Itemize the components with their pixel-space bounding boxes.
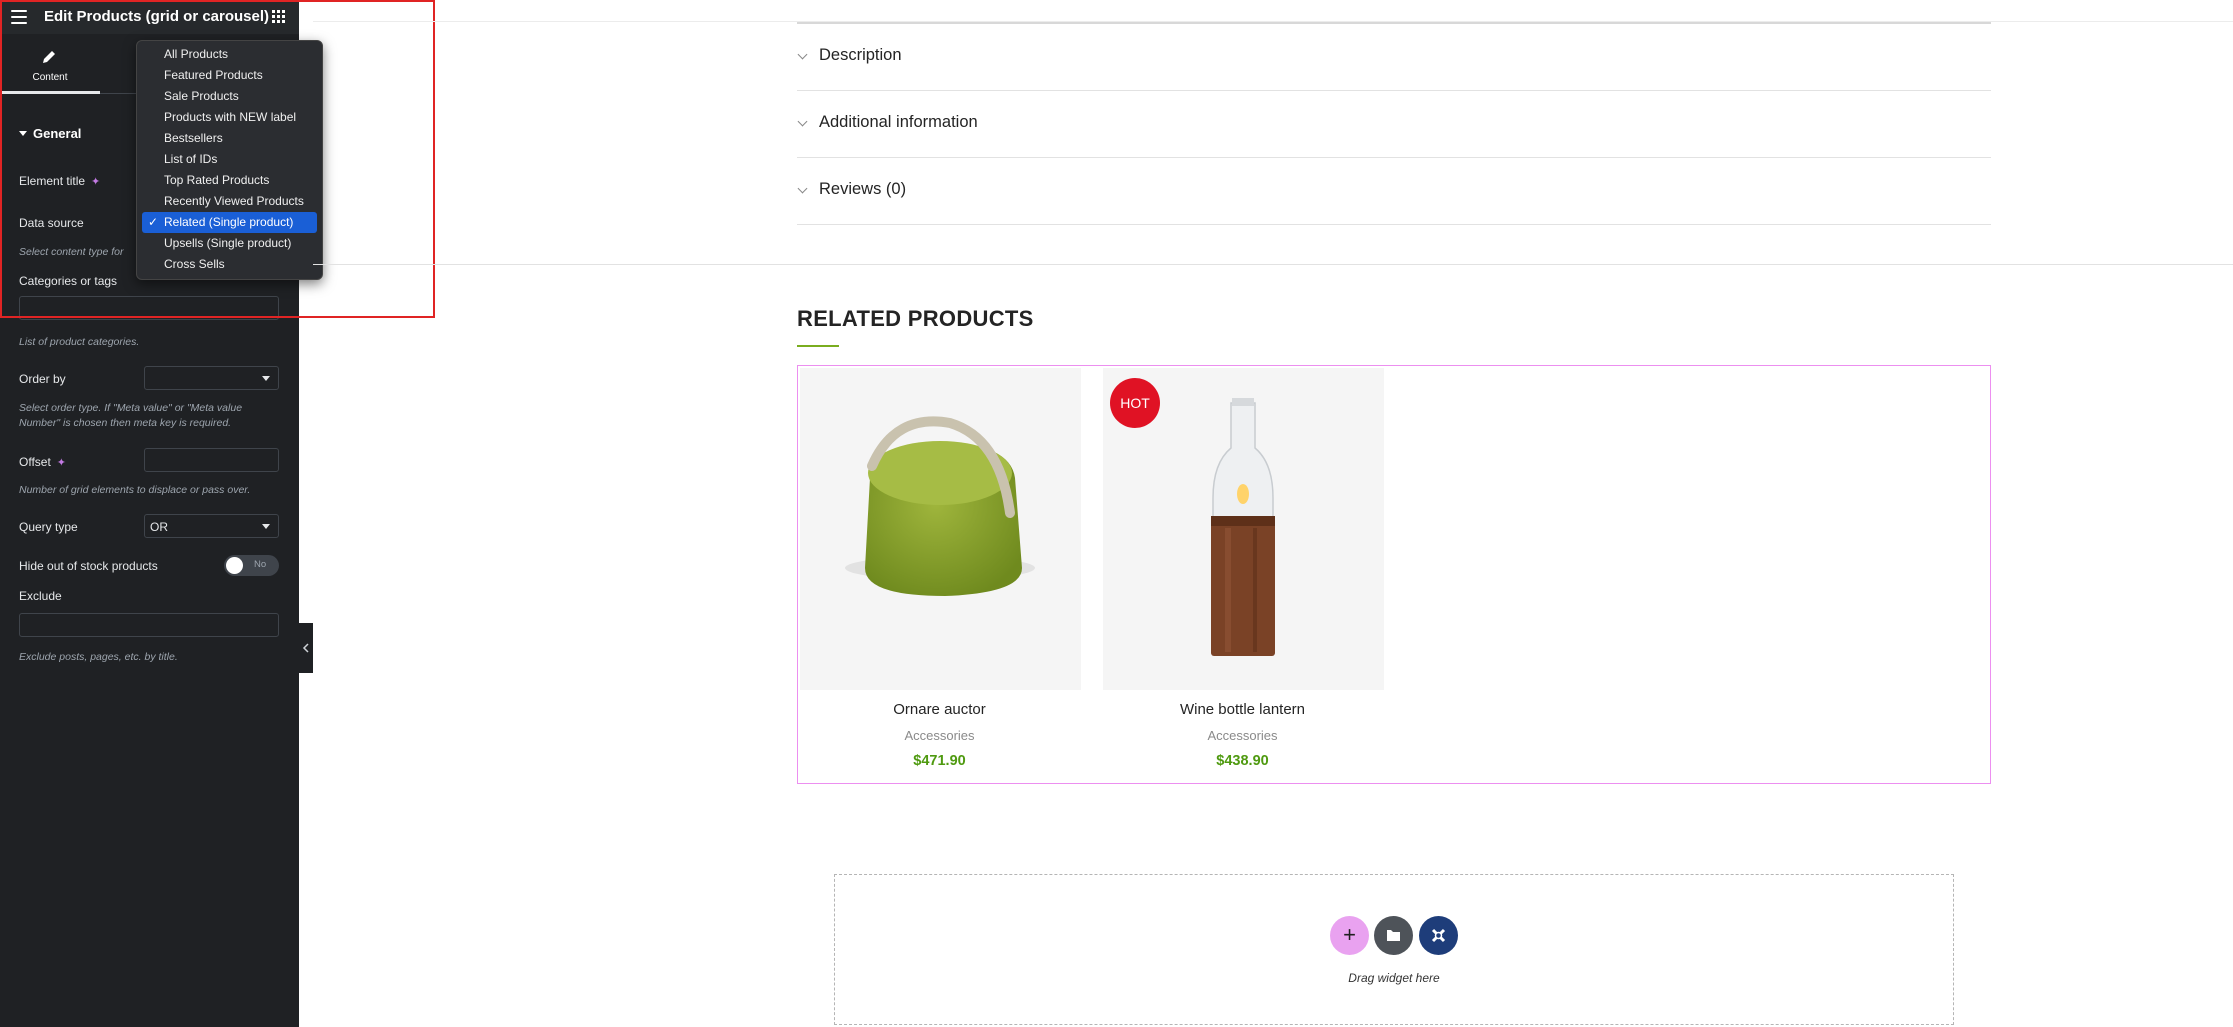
order-by-select[interactable] bbox=[144, 366, 279, 390]
dropdown-option-label: Featured Products bbox=[164, 68, 263, 82]
categories-label: Categories or tags bbox=[19, 274, 118, 288]
accordion-additional-info-title: Additional information bbox=[819, 113, 978, 131]
tab-content[interactable]: Content bbox=[0, 34, 100, 94]
product-category[interactable]: Accessories bbox=[798, 728, 1081, 743]
exclude-desc: Exclude posts, pages, etc. by title. bbox=[19, 651, 178, 663]
dropdown-option-label: Bestsellers bbox=[164, 131, 223, 145]
query-type-select[interactable]: OR bbox=[144, 514, 279, 538]
offset-label: Offset ✦ bbox=[19, 455, 66, 469]
dropdown-option[interactable]: All Products bbox=[142, 44, 317, 65]
toggle-knob bbox=[226, 557, 243, 574]
accordion-reviews[interactable]: Reviews (0) bbox=[797, 158, 1991, 225]
toggle-text: No bbox=[254, 559, 267, 570]
sparkle-ai-icon[interactable]: ✦ bbox=[57, 456, 66, 469]
product-category[interactable]: Accessories bbox=[1101, 728, 1384, 743]
hamburger-icon[interactable] bbox=[11, 10, 27, 24]
drop-zone[interactable]: + Drag widget here bbox=[834, 874, 1954, 1025]
dropdown-option[interactable]: Bestsellers bbox=[142, 128, 317, 149]
product-name[interactable]: Ornare auctor bbox=[798, 701, 1081, 718]
dropdown-option-label: Top Rated Products bbox=[164, 173, 270, 187]
accordion-description[interactable]: Description bbox=[797, 24, 1991, 91]
dropdown-option[interactable]: ✓ Related (Single product) bbox=[142, 212, 317, 233]
chevron-down-icon bbox=[262, 524, 270, 529]
dropdown-option-label: Cross Sells bbox=[164, 257, 225, 271]
product-card[interactable]: Ornare auctor Accessories $471.90 bbox=[798, 366, 1081, 785]
hot-badge: HOT bbox=[1110, 378, 1160, 428]
section-divider bbox=[313, 264, 2233, 265]
dropdown-option[interactable]: List of IDs bbox=[142, 149, 317, 170]
order-by-desc-1: Select order type. If "Meta value" or "M… bbox=[19, 402, 243, 414]
offset-text: Offset bbox=[19, 455, 51, 469]
product-price: $471.90 bbox=[913, 753, 966, 769]
products-widget[interactable]: Ornare auctor Accessories $471.90 HOT Wi… bbox=[797, 365, 1991, 784]
dropdown-option[interactable]: Sale Products bbox=[142, 86, 317, 107]
checkmark-icon: ✓ bbox=[148, 215, 159, 229]
order-by-desc-2: Number" is chosen then meta key is requi… bbox=[19, 417, 232, 429]
chevron-down-icon bbox=[797, 49, 808, 60]
elementskit-icon bbox=[1431, 928, 1446, 943]
product-image-ottoman[interactable] bbox=[800, 368, 1081, 690]
order-by-label: Order by bbox=[19, 372, 66, 386]
dropdown-option-label: Recently Viewed Products bbox=[164, 194, 304, 208]
chevron-left-icon bbox=[302, 643, 309, 653]
query-type-label: Query type bbox=[19, 520, 78, 534]
title-underline bbox=[797, 345, 839, 347]
dropdown-option-label: Sale Products bbox=[164, 89, 239, 103]
collapse-panel-button[interactable] bbox=[299, 623, 313, 673]
section-general-label: General bbox=[33, 126, 82, 141]
tab-content-label: Content bbox=[32, 72, 68, 83]
dropdown-option-label: List of IDs bbox=[164, 152, 218, 166]
accordion-additional-info[interactable]: Additional information bbox=[797, 91, 1991, 158]
dropdown-option[interactable]: Featured Products bbox=[142, 65, 317, 86]
offset-input[interactable] bbox=[144, 448, 279, 472]
dropdown-option[interactable]: Recently Viewed Products bbox=[142, 191, 317, 212]
drop-zone-text: Drag widget here bbox=[1348, 971, 1440, 985]
related-products-title: RELATED PRODUCTS bbox=[797, 306, 1034, 331]
chevron-down-icon bbox=[797, 116, 808, 127]
dropdown-option[interactable]: Products with NEW label bbox=[142, 107, 317, 128]
section-general[interactable]: General bbox=[19, 126, 81, 141]
dropdown-option[interactable]: Top Rated Products bbox=[142, 170, 317, 191]
accordion-reviews-title: Reviews (0) bbox=[819, 180, 907, 198]
categories-desc: List of product categories. bbox=[19, 336, 140, 348]
add-widget-button[interactable]: + bbox=[1330, 916, 1369, 955]
dropdown-option[interactable]: Upsells (Single product) bbox=[142, 233, 317, 254]
product-card[interactable]: HOT Wine bottle lantern Accessories $438… bbox=[1101, 366, 1384, 785]
caret-down-icon bbox=[19, 131, 27, 137]
product-price: $438.90 bbox=[1216, 753, 1269, 769]
dropdown-option[interactable]: Cross Sells bbox=[142, 254, 317, 275]
dropdown-option-label: Upsells (Single product) bbox=[164, 236, 292, 250]
panel-header: Edit Products (grid or carousel) bbox=[0, 0, 299, 34]
hide-oos-toggle[interactable]: No bbox=[224, 555, 279, 576]
data-source-label: Data source bbox=[19, 216, 84, 230]
dropdown-option-label: Related (Single product) bbox=[164, 215, 294, 229]
query-type-value: OR bbox=[150, 520, 168, 534]
template-library-button[interactable] bbox=[1374, 916, 1413, 955]
exclude-input[interactable] bbox=[19, 613, 279, 637]
data-source-desc: Select content type for bbox=[19, 246, 124, 258]
product-name[interactable]: Wine bottle lantern bbox=[1101, 701, 1384, 718]
panel-title: Edit Products (grid or carousel) bbox=[44, 8, 270, 25]
categories-input[interactable] bbox=[19, 296, 279, 320]
product-image-lantern[interactable]: HOT bbox=[1103, 368, 1384, 690]
exclude-label: Exclude bbox=[19, 589, 62, 603]
data-source-dropdown[interactable]: All Products Featured Products Sale Produc… bbox=[136, 40, 323, 280]
chevron-down-icon bbox=[797, 183, 808, 194]
chevron-down-icon bbox=[262, 376, 270, 381]
folder-icon bbox=[1387, 930, 1400, 941]
elementskit-button[interactable] bbox=[1419, 916, 1458, 955]
element-title-text: Element title bbox=[19, 174, 86, 188]
plus-icon: + bbox=[1343, 922, 1356, 947]
hide-oos-label: Hide out of stock products bbox=[19, 559, 158, 573]
sparkle-ai-icon[interactable]: ✦ bbox=[91, 175, 100, 188]
offset-desc: Number of grid elements to displace or p… bbox=[19, 484, 251, 496]
element-title-label: Element title ✦ bbox=[19, 174, 100, 188]
dropdown-option-label: Products with NEW label bbox=[164, 110, 297, 124]
pencil-icon bbox=[43, 51, 55, 63]
dropdown-option-label: All Products bbox=[164, 47, 229, 61]
apps-grid-icon[interactable] bbox=[272, 10, 285, 23]
accordion-description-title: Description bbox=[819, 46, 902, 64]
